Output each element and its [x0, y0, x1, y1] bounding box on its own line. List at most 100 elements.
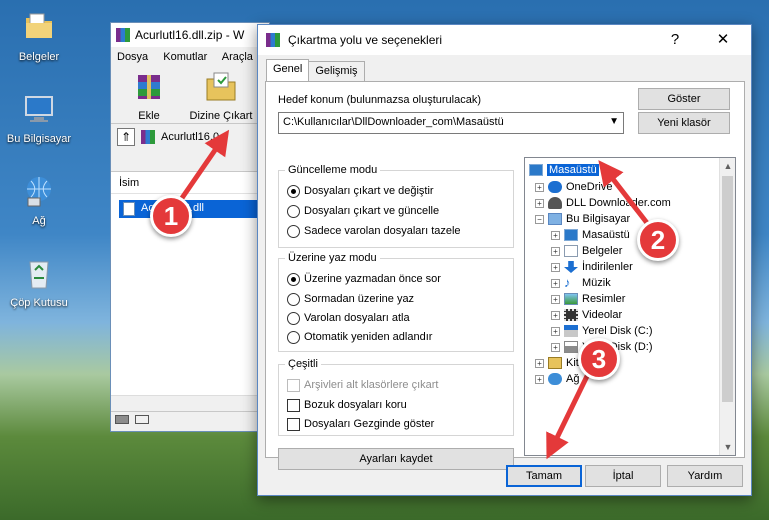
expand-icon[interactable]: +	[535, 182, 544, 192]
extract-folder-icon	[206, 72, 236, 101]
radio-freshen-existing[interactable]: Sadece varolan dosyaları tazele	[287, 223, 461, 239]
horizontal-scrollbar[interactable]	[111, 395, 269, 411]
expand-icon[interactable]: +	[551, 246, 560, 256]
radio-button[interactable]	[287, 224, 300, 238]
pictures-icon	[564, 293, 578, 305]
desktop-icon-documents[interactable]: Belgeler	[6, 10, 72, 63]
radio-button[interactable]	[287, 184, 300, 198]
tree-item-pc-desktop[interactable]: + Masaüstü	[551, 227, 630, 243]
expand-icon[interactable]: +	[551, 326, 560, 336]
scroll-down-icon[interactable]: ▼	[720, 439, 735, 455]
user-icon	[548, 197, 562, 209]
expand-icon[interactable]: +	[535, 198, 544, 208]
dialog-title: Çıkartma yolu ve seçenekleri	[288, 33, 443, 47]
tree-item-label: Belgeler	[582, 245, 623, 257]
checkbox[interactable]	[287, 417, 300, 431]
option-label: Dosyaları çıkart ve güncelle	[304, 205, 440, 217]
expand-icon[interactable]: +	[535, 374, 544, 384]
desktop-icon-recycle-bin[interactable]: Çöp Kutusu	[6, 256, 72, 309]
tree-item-drive-c[interactable]: + Yerel Disk (C:)	[551, 323, 653, 339]
menu-file[interactable]: Dosya	[117, 51, 148, 63]
library-icon	[548, 357, 562, 369]
add-button[interactable]: Ekle	[117, 69, 181, 122]
music-icon: ♪	[564, 275, 571, 290]
computer-icon	[548, 213, 562, 225]
desktop-icon-computer[interactable]: Bu Bilgisayar	[6, 92, 72, 145]
misc-title: Çeşitli	[285, 358, 321, 370]
option-label: Bozuk dosyaları koru	[304, 399, 407, 411]
help-button[interactable]: Yardım	[667, 465, 743, 487]
radio-button[interactable]	[287, 292, 300, 306]
cancel-button[interactable]: İptal	[585, 465, 661, 487]
check-show-in-explorer[interactable]: Dosyaları Gezginde göster	[287, 416, 434, 432]
show-button[interactable]: Göster	[638, 88, 730, 110]
expand-icon[interactable]: +	[551, 310, 560, 320]
tree-item-label: OneDrive	[566, 181, 613, 193]
tree-item-this-pc[interactable]: − Bu Bilgisayar	[535, 211, 630, 227]
tree-item-label: Resimler	[582, 293, 626, 305]
tree-vertical-scrollbar[interactable]: ▲ ▼	[719, 158, 735, 455]
radio-button[interactable]	[287, 311, 300, 325]
tree-item-desktop[interactable]: Masaüstü	[529, 162, 599, 178]
save-settings-button[interactable]: Ayarları kaydet	[278, 448, 514, 470]
winrar-menu-bar: Dosya Komutlar Araçla	[111, 47, 269, 67]
expand-icon[interactable]: +	[535, 358, 544, 368]
check-keep-broken-files[interactable]: Bozuk dosyaları koru	[287, 397, 407, 413]
expand-icon[interactable]: +	[551, 342, 560, 352]
expand-icon[interactable]: +	[551, 230, 560, 240]
option-label: Otomatik yeniden adlandır	[304, 331, 433, 343]
radio-rename-automatically[interactable]: Otomatik yeniden adlandır	[287, 329, 432, 345]
chevron-down-icon[interactable]: ▼	[609, 116, 619, 127]
menu-tools[interactable]: Araçla	[222, 51, 253, 63]
menu-commands[interactable]: Komutlar	[163, 51, 207, 63]
tree-item-label: DLL Downloader.com	[566, 197, 671, 209]
expand-icon[interactable]: +	[551, 262, 560, 272]
option-label: Dosyaları çıkart ve değiştir	[304, 185, 434, 197]
network-icon	[548, 373, 562, 385]
radio-extract-replace[interactable]: Dosyaları çıkart ve değiştir	[287, 183, 434, 199]
tree-item-documents[interactable]: + Belgeler	[551, 243, 622, 259]
expand-icon[interactable]: +	[551, 278, 560, 288]
computer-icon	[25, 96, 53, 122]
checkbox[interactable]	[287, 398, 300, 412]
ok-button[interactable]: Tamam	[506, 465, 582, 487]
radio-ask-before-overwrite[interactable]: Üzerine yazmadan önce sor	[287, 271, 441, 287]
radio-skip-existing[interactable]: Varolan dosyaları atla	[287, 310, 410, 326]
scroll-thumb[interactable]	[722, 176, 733, 402]
radio-button[interactable]	[287, 272, 300, 286]
close-button[interactable]: ✕	[703, 25, 743, 55]
radio-button[interactable]	[287, 204, 300, 218]
scroll-up-icon[interactable]: ▲	[720, 158, 735, 174]
winrar-icon	[266, 33, 280, 47]
tree-item-label: Masaüstü	[547, 164, 599, 176]
tree-item-user[interactable]: + DLL Downloader.com	[535, 195, 671, 211]
tab-advanced[interactable]: Gelişmiş	[308, 61, 365, 81]
tree-item-network[interactable]: + Ağ	[535, 371, 579, 387]
drive-icon	[564, 325, 578, 337]
desktop-icon	[564, 229, 578, 241]
winrar-icon	[116, 28, 130, 42]
extract-to-label: Dizine Çıkart	[189, 110, 253, 122]
tree-item-pictures[interactable]: + Resimler	[551, 291, 625, 307]
desktop-icon-network[interactable]: Ağ	[6, 174, 72, 227]
tree-item-videos[interactable]: + Videolar	[551, 307, 622, 323]
radio-extract-update[interactable]: Dosyaları çıkart ve güncelle	[287, 203, 439, 219]
tree-item-onedrive[interactable]: + OneDrive	[535, 179, 612, 195]
collapse-icon[interactable]: −	[535, 214, 544, 224]
destination-path-combo[interactable]: C:\Kullanıcılar\DllDownloader_com\Masaüs…	[278, 112, 624, 134]
tree-item-music[interactable]: + ♪ Müzik	[551, 275, 611, 291]
winrar-title-bar[interactable]: Acurlutl16.dll.zip - W	[111, 23, 269, 47]
new-folder-button[interactable]: Yeni klasör	[638, 112, 730, 134]
help-title-button[interactable]: ?	[655, 25, 695, 55]
tab-general[interactable]: Genel	[266, 59, 310, 81]
dialog-title-bar[interactable]: Çıkartma yolu ve seçenekleri ? ✕	[258, 25, 751, 55]
folder-tree[interactable]: Masaüstü + OneDrive + DLL Downloader.com…	[524, 157, 736, 456]
extract-to-button[interactable]: Dizine Çıkart	[189, 69, 253, 122]
radio-overwrite-without-prompt[interactable]: Sormadan üzerine yaz	[287, 291, 414, 307]
expand-icon[interactable]: +	[551, 294, 560, 304]
up-folder-button[interactable]: ⇑	[117, 127, 135, 146]
column-header-name[interactable]: İsim	[111, 172, 269, 194]
desktop-icon	[529, 164, 543, 176]
tree-item-downloads[interactable]: + İndirilenler	[551, 259, 633, 275]
radio-button[interactable]	[287, 330, 300, 344]
